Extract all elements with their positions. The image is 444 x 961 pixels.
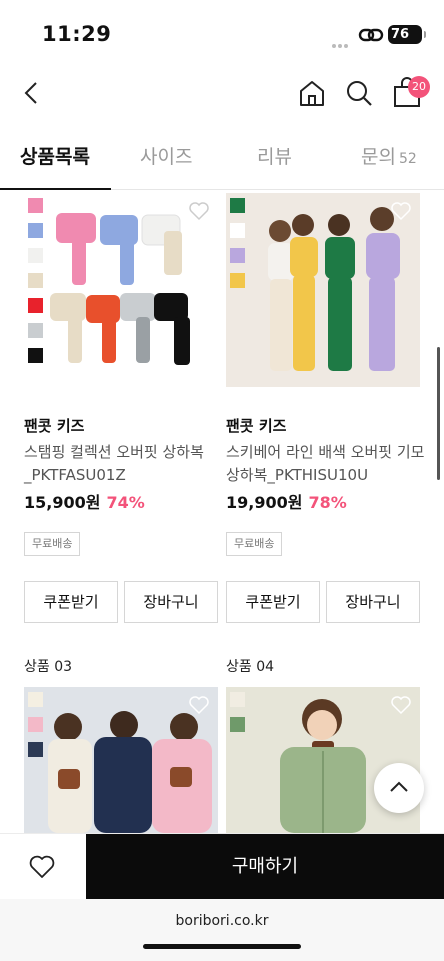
top-nav: 20: [0, 64, 444, 122]
color-swatch: [230, 248, 245, 263]
product-tabs: 상품목록 사이즈 리뷰 문의 52: [0, 122, 444, 190]
color-swatches: [230, 198, 245, 298]
tab-product-list[interactable]: 상품목록: [20, 142, 90, 169]
color-swatch: [28, 323, 43, 338]
signal-icon: [332, 33, 354, 48]
product-image-illustration: [268, 207, 400, 371]
color-swatches: [28, 692, 43, 767]
color-swatch: [28, 692, 43, 707]
product-image-illustration: [50, 213, 190, 365]
browser-bar: boribori.co.kr: [0, 899, 444, 961]
tab-size[interactable]: 사이즈: [140, 142, 192, 169]
add-to-cart-button[interactable]: 장바구니: [124, 581, 218, 623]
scroll-indicator[interactable]: [437, 347, 440, 480]
color-swatch: [28, 273, 43, 288]
coupon-button[interactable]: 쿠폰받기: [24, 581, 118, 623]
discount-rate: 78%: [308, 493, 347, 512]
scroll-to-top-button[interactable]: [374, 763, 424, 813]
buy-button[interactable]: 구매하기: [86, 834, 444, 900]
product-image[interactable]: [24, 193, 218, 387]
status-bar: 11:29 76: [0, 0, 444, 64]
tab-review[interactable]: 리뷰: [257, 142, 292, 169]
color-swatch: [28, 223, 43, 238]
home-icon[interactable]: [297, 78, 327, 108]
price-value: 19,900원: [226, 493, 303, 512]
product-name[interactable]: 스키베어 라인 배색 오버핏 기모 상하복_PKTHISU10U: [226, 441, 426, 487]
color-swatch: [28, 742, 43, 757]
color-swatch: [230, 198, 245, 213]
wishlist-heart-icon[interactable]: [188, 201, 210, 221]
home-indicator[interactable]: [143, 944, 301, 949]
add-to-cart-button[interactable]: 장바구니: [326, 581, 420, 623]
price-value: 15,900원: [24, 493, 101, 512]
color-swatch: [28, 717, 43, 732]
product-price: 19,900원 78%: [226, 489, 347, 513]
product-brand: 팬콧 키즈: [24, 417, 85, 435]
color-swatch: [230, 717, 245, 732]
discount-rate: 74%: [106, 493, 145, 512]
status-time: 11:29: [42, 22, 112, 46]
product-label: 상품 04: [226, 659, 275, 675]
color-swatch: [28, 298, 43, 313]
color-swatches: [230, 692, 245, 742]
product-label: 상품 03: [24, 659, 73, 675]
heart-icon: [29, 855, 55, 878]
coupon-button[interactable]: 쿠폰받기: [226, 581, 320, 623]
battery-level: 76: [391, 27, 410, 42]
product-name[interactable]: 스탬핑 컬렉션 오버핏 상하복_PKTFASU01Z: [24, 441, 224, 487]
purchase-bar: 구매하기: [0, 833, 444, 900]
product-image[interactable]: [24, 687, 218, 833]
chevron-up-icon: [390, 781, 408, 792]
color-swatch: [28, 198, 43, 213]
color-swatch: [230, 223, 245, 238]
free-shipping-tag: 무료배송: [24, 532, 81, 556]
tab-inquiry-count: 52: [398, 151, 417, 167]
product-brand: 팬콧 키즈: [226, 417, 287, 435]
link-icon: [358, 28, 384, 42]
tab-inquiry[interactable]: 문의 52: [361, 142, 417, 169]
back-icon[interactable]: [20, 78, 44, 108]
cart-count-badge: 20: [408, 76, 430, 98]
wishlist-heart-icon[interactable]: [188, 695, 210, 715]
battery-icon: 76: [388, 25, 426, 44]
wishlist-heart-icon[interactable]: [390, 695, 412, 715]
color-swatch: [230, 273, 245, 288]
wishlist-button[interactable]: [0, 834, 86, 900]
color-swatch: [28, 348, 43, 363]
search-icon[interactable]: [344, 78, 374, 108]
product-image[interactable]: [226, 193, 420, 387]
url-text[interactable]: boribori.co.kr: [0, 913, 444, 929]
color-swatch: [230, 692, 245, 707]
color-swatch: [28, 248, 43, 263]
product-price: 15,900원 74%: [24, 489, 145, 513]
color-swatches: [28, 198, 43, 373]
wishlist-heart-icon[interactable]: [390, 201, 412, 221]
free-shipping-tag: 무료배송: [226, 532, 283, 556]
tab-inquiry-label: 문의: [361, 146, 396, 168]
active-tab-underline: [0, 188, 111, 190]
